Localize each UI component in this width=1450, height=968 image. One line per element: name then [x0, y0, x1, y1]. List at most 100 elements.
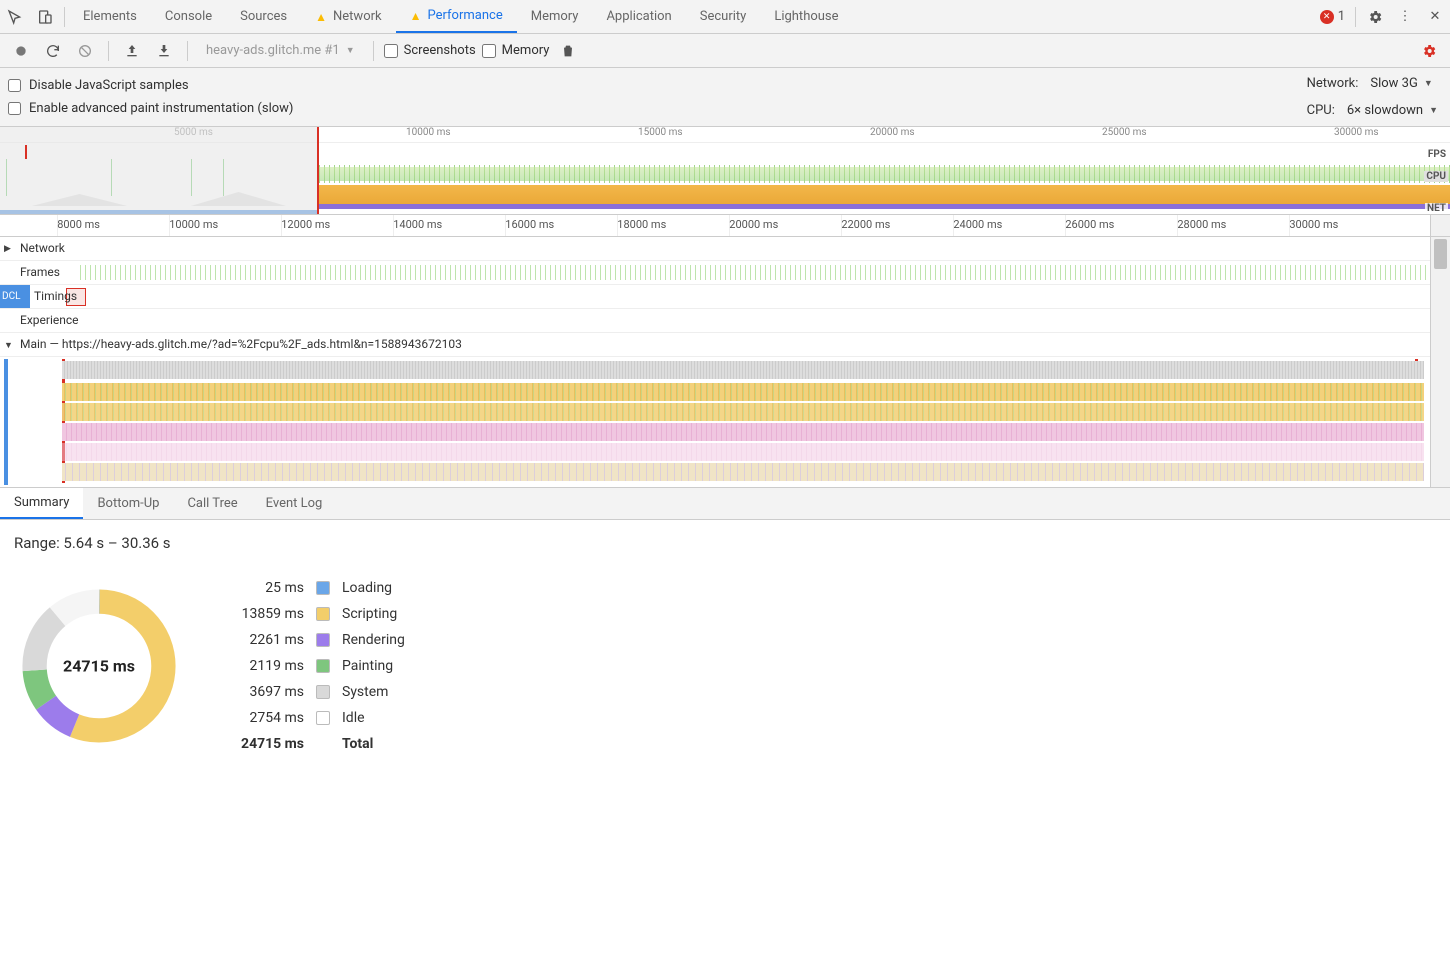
capture-settings-panel: Disable JavaScript samples Enable advanc… — [0, 68, 1450, 127]
close-icon[interactable]: ✕ — [1420, 0, 1450, 34]
reload-record-button[interactable] — [40, 38, 66, 64]
inspect-icon[interactable] — [0, 0, 30, 34]
tab-label: Sources — [240, 9, 287, 24]
track-network-label: Network — [20, 241, 65, 255]
details-tab-event-log[interactable]: Event Log — [252, 489, 337, 518]
legend-total-label: Total — [342, 736, 405, 752]
legend-label: Idle — [342, 710, 405, 726]
legend-label: Loading — [342, 580, 405, 596]
tab-console[interactable]: Console — [151, 0, 226, 33]
chevron-down-icon: ▼ — [346, 45, 355, 56]
cpu-lane-label: CPU — [1424, 171, 1448, 182]
advanced-paint-checkbox[interactable]: Enable advanced paint instrumentation (s… — [8, 101, 293, 116]
tab-security[interactable]: Security — [686, 0, 761, 33]
ruler-tick: 18000 ms — [617, 218, 666, 231]
gear-icon[interactable] — [1360, 0, 1390, 34]
load-profile-button[interactable] — [119, 38, 145, 64]
disable-js-input[interactable] — [8, 79, 21, 92]
legend-label: Rendering — [342, 632, 405, 648]
gc-button[interactable] — [555, 38, 581, 64]
flame-chart[interactable] — [0, 357, 1430, 487]
record-button[interactable] — [8, 38, 34, 64]
divider — [1355, 7, 1356, 27]
details-tab-call-tree[interactable]: Call Tree — [173, 489, 251, 518]
ruler-tick: 20000 ms — [729, 218, 778, 231]
memory-checkbox[interactable]: Memory — [482, 43, 550, 58]
tab-label: Elements — [83, 9, 137, 24]
legend-swatch — [316, 685, 330, 699]
ruler-tick: 14000 ms — [393, 218, 442, 231]
divider — [187, 41, 188, 61]
tab-elements[interactable]: Elements — [69, 0, 151, 33]
network-throttle-value: Slow 3G — [1370, 76, 1417, 91]
ruler-tick: 8000 ms — [57, 218, 100, 231]
vertical-scrollbar[interactable] — [1430, 237, 1450, 487]
expand-icon[interactable]: ▶ — [4, 244, 11, 254]
warning-icon: ▲ — [315, 10, 327, 24]
track-frames[interactable]: Frames — [0, 261, 1430, 285]
error-badge[interactable]: ✕ 1 — [1320, 9, 1345, 24]
legend-value: 2754 ms — [224, 710, 304, 726]
device-toggle-icon[interactable] — [30, 0, 60, 34]
clear-button[interactable] — [72, 38, 98, 64]
legend-value: 13859 ms — [224, 606, 304, 622]
ruler-tick: 28000 ms — [1177, 218, 1226, 231]
donut-total: 24715 ms — [63, 657, 135, 676]
ruler-tick: 10000 ms — [169, 218, 218, 231]
cpu-throttle-select[interactable]: 6× slowdown ▼ — [1343, 101, 1442, 120]
memory-checkbox-input[interactable] — [482, 44, 496, 58]
track-main[interactable]: ▼ Main — https://heavy-ads.glitch.me/?ad… — [0, 333, 1430, 357]
scrollbar-thumb[interactable] — [1434, 239, 1447, 269]
tab-sources[interactable]: Sources — [226, 0, 301, 33]
details-tab-bar: SummaryBottom-UpCall TreeEvent Log — [0, 488, 1450, 520]
recording-select[interactable]: heavy-ads.glitch.me #1 ▼ — [198, 39, 363, 62]
tab-performance[interactable]: ▲Performance — [396, 0, 517, 33]
details-tab-bottom-up[interactable]: Bottom-Up — [83, 489, 173, 518]
legend-swatch — [316, 607, 330, 621]
legend-swatch — [316, 711, 330, 725]
overview-tick: 25000 ms — [1102, 127, 1147, 138]
summary-donut-chart: 24715 ms — [14, 581, 184, 751]
range-label: Range: 5.64 s – 30.36 s — [14, 534, 1436, 552]
overview-tick: 15000 ms — [638, 127, 683, 138]
overview-selection[interactable] — [0, 127, 319, 214]
legend-value: 3697 ms — [224, 684, 304, 700]
more-icon[interactable]: ⋮ — [1390, 0, 1420, 34]
tab-memory[interactable]: Memory — [517, 0, 593, 33]
legend-total-value: 24715 ms — [224, 736, 304, 752]
tab-network[interactable]: ▲Network — [301, 0, 396, 33]
divider — [108, 41, 109, 61]
screenshots-checkbox[interactable]: Screenshots — [384, 43, 476, 58]
legend-swatch — [316, 633, 330, 647]
ruler-tick: 24000 ms — [953, 218, 1002, 231]
tab-lighthouse[interactable]: Lighthouse — [760, 0, 852, 33]
tab-application[interactable]: Application — [592, 0, 685, 33]
ruler-tick: 16000 ms — [505, 218, 554, 231]
capture-settings-button[interactable] — [1416, 38, 1442, 64]
warning-icon: ▲ — [410, 9, 422, 23]
track-timings[interactable]: DCL Timings — [0, 285, 1430, 309]
track-network[interactable]: ▶ Network — [0, 237, 1430, 261]
legend-label: Scripting — [342, 606, 405, 622]
screenshots-checkbox-input[interactable] — [384, 44, 398, 58]
collapse-icon[interactable]: ▼ — [4, 340, 13, 351]
track-frames-label: Frames — [20, 265, 60, 279]
network-throttle-select[interactable]: Slow 3G ▼ — [1366, 74, 1436, 93]
divider — [64, 7, 65, 27]
save-profile-button[interactable] — [151, 38, 177, 64]
timeline-ruler[interactable]: 8000 ms 10000 ms 12000 ms 14000 ms 16000 ms 1… — [0, 215, 1450, 237]
tracks-panel[interactable]: ▶ Network Frames DCL Timings Experience … — [0, 237, 1450, 488]
chevron-down-icon: ▼ — [1429, 105, 1438, 116]
overview-panel[interactable]: 5000 ms10000 ms15000 ms20000 ms25000 ms3… — [0, 127, 1450, 215]
network-throttle-label: Network: — [1307, 76, 1359, 91]
legend-label: System — [342, 684, 405, 700]
tab-label: Lighthouse — [774, 9, 838, 24]
advanced-paint-input[interactable] — [8, 102, 21, 115]
track-experience-label: Experience — [20, 313, 79, 327]
net-lane-label: NET — [1425, 203, 1448, 214]
disable-js-samples-checkbox[interactable]: Disable JavaScript samples — [8, 78, 293, 93]
details-tab-summary[interactable]: Summary — [0, 488, 83, 519]
ruler-tick: 12000 ms — [281, 218, 330, 231]
track-main-label: Main — https://heavy-ads.glitch.me/?ad=%… — [20, 337, 462, 351]
track-experience[interactable]: Experience — [0, 309, 1430, 333]
